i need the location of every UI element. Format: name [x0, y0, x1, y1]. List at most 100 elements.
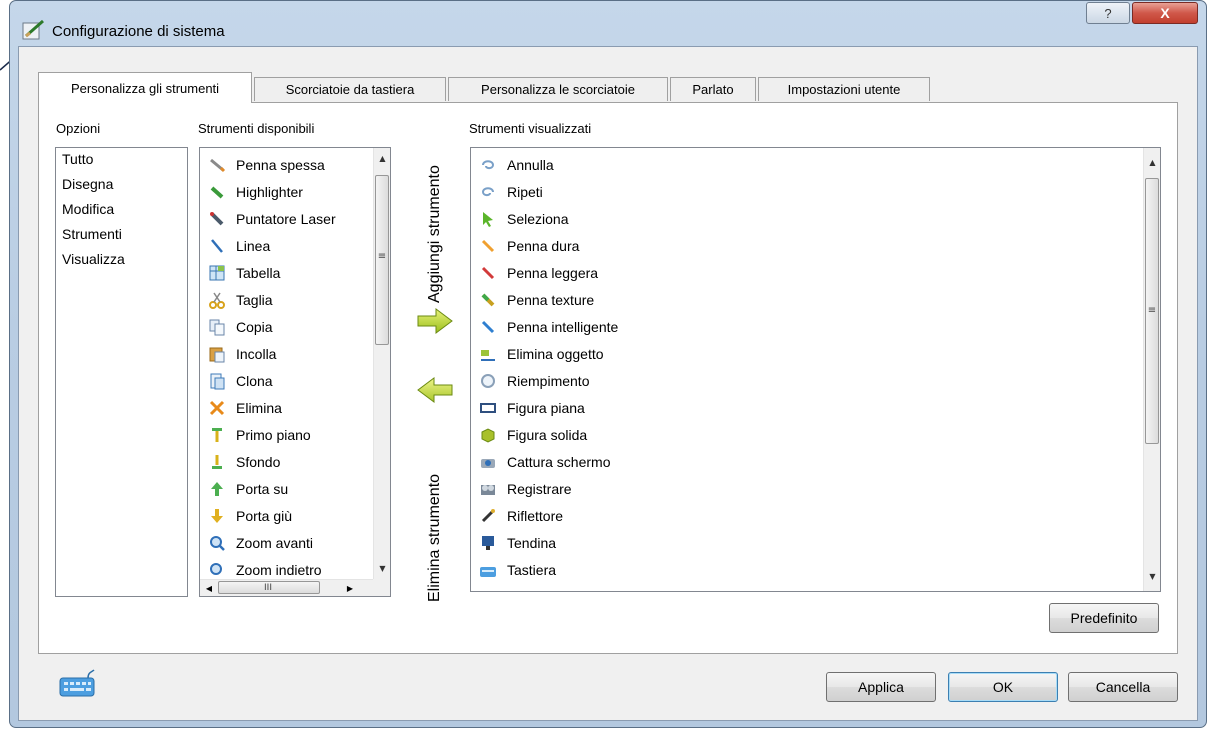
tool-list-item[interactable]: Penna dura — [471, 232, 1143, 259]
tool-list-item[interactable]: Highlighter — [200, 178, 373, 205]
tab-customize-shortcuts[interactable]: Personalizza le scorciatoie — [448, 77, 668, 101]
tool-list-item[interactable]: Linea — [200, 232, 373, 259]
tool-list-item[interactable]: Penna intelligente — [471, 313, 1143, 340]
redo-icon — [479, 183, 497, 201]
tool-label: Riflettore — [507, 507, 564, 524]
cancel-button[interactable]: Cancella — [1068, 672, 1178, 702]
tool-list-item[interactable]: Riempimento — [471, 367, 1143, 394]
add-tool-arrow-icon[interactable] — [416, 307, 454, 335]
video-icon — [479, 588, 497, 592]
option-item[interactable]: Tutto — [56, 151, 187, 176]
tool-list-item[interactable]: Porta giù — [200, 502, 373, 529]
tool-label: Tendina — [507, 534, 557, 551]
tool-list-item[interactable]: Registrare — [471, 475, 1143, 502]
tool-list-item[interactable]: Penna spessa — [200, 151, 373, 178]
add-tool-label: Aggiungi strumento — [426, 165, 443, 303]
scissors-icon — [208, 291, 226, 309]
hscroll-grip-icon: III — [264, 583, 272, 593]
scroll-up-icon[interactable]: ▲ — [374, 150, 390, 167]
tool-list-item[interactable]: Ripeti — [471, 178, 1143, 205]
soft-pen-icon — [479, 264, 497, 282]
line-icon — [208, 237, 226, 255]
tool-list-item[interactable]: Taglia — [200, 286, 373, 313]
tool-label: Sfondo — [236, 453, 281, 470]
tab-customize-tools[interactable]: Personalizza gli strumenti — [38, 72, 252, 103]
tool-label: Penna dura — [507, 237, 580, 254]
undo-icon — [479, 156, 497, 174]
tool-list-item[interactable]: Penna texture — [471, 286, 1143, 313]
tool-label: Registrare — [507, 480, 572, 497]
tool-label: Figura piana — [507, 399, 585, 416]
tool-label: Penna texture — [507, 291, 595, 308]
tool-list-item[interactable]: Elimina oggetto — [471, 340, 1143, 367]
scroll-up-icon[interactable]: ▲ — [1144, 154, 1160, 171]
remove-tool-arrow-icon[interactable] — [416, 376, 454, 404]
tool-list-item[interactable]: Incolla — [200, 340, 373, 367]
ok-button[interactable]: OK — [948, 672, 1058, 702]
cube-icon — [479, 426, 497, 444]
tool-list-item[interactable]: Cattura schermo — [471, 448, 1143, 475]
tool-list-item[interactable]: Figura solida — [471, 421, 1143, 448]
tool-list-item[interactable]: Elimina — [200, 394, 373, 421]
tool-label: Annulla — [507, 156, 554, 173]
tab-speech[interactable]: Parlato — [670, 77, 756, 101]
tool-list-item[interactable]: Porta su — [200, 475, 373, 502]
tool-label: Clona — [236, 372, 273, 389]
tool-list-item[interactable]: Tabella — [200, 259, 373, 286]
tool-list-item[interactable]: Primo piano — [200, 421, 373, 448]
tool-label: Riempimento — [507, 372, 590, 389]
tool-list-item[interactable]: Riflettore — [471, 502, 1143, 529]
scroll-down-icon[interactable]: ▼ — [374, 560, 390, 577]
tool-label: Porta giù — [236, 507, 293, 524]
tool-list-item[interactable]: Tastiera — [471, 556, 1143, 583]
tool-label: Ripeti — [507, 183, 543, 200]
tool-label: Elimina oggetto — [507, 345, 604, 362]
keyboard-icon[interactable] — [58, 668, 98, 698]
send-to-back-icon — [208, 453, 226, 471]
default-button[interactable]: Predefinito — [1049, 603, 1159, 633]
available-tools-list[interactable]: Penna spessa Highlighter Puntatore Laser Li… — [199, 147, 391, 597]
tool-label: Seleziona — [507, 210, 569, 227]
tool-label: Primo piano — [236, 426, 311, 443]
help-button[interactable]: ? — [1086, 2, 1130, 24]
displayed-tools-label: Strumenti visualizzati — [469, 121, 592, 136]
tool-list-item[interactable]: Annulla — [471, 151, 1143, 178]
screen-shade-icon — [479, 534, 497, 552]
tool-list-item[interactable]: Clona — [200, 367, 373, 394]
close-button[interactable]: X — [1132, 2, 1198, 24]
displayed-vscroll[interactable]: ▲ ≡ ▼ — [1143, 148, 1160, 591]
available-hscroll[interactable]: ◀ III ▶ — [200, 579, 373, 596]
scroll-right-icon[interactable]: ▶ — [343, 580, 357, 596]
eraser-icon — [479, 345, 497, 363]
tool-list-item[interactable]: Tendina — [471, 529, 1143, 556]
thick-pen-icon — [208, 156, 226, 174]
tool-label: Zoom indietro — [236, 561, 322, 578]
tool-list-item[interactable]: Penna leggera — [471, 259, 1143, 286]
zoom-in-icon — [208, 534, 226, 552]
tool-list-item[interactable]: Registratore video — [471, 583, 1143, 592]
option-item[interactable]: Modifica — [56, 201, 187, 226]
zoom-out-icon — [208, 561, 226, 579]
tool-list-item[interactable]: Zoom avanti — [200, 529, 373, 556]
tool-list-item[interactable]: Figura piana — [471, 394, 1143, 421]
tool-list-item[interactable]: Puntatore Laser — [200, 205, 373, 232]
tool-list-item[interactable]: Copia — [200, 313, 373, 340]
option-item[interactable]: Strumenti — [56, 226, 187, 251]
option-item[interactable]: Visualizza — [56, 251, 187, 276]
displayed-tools-list[interactable]: Annulla Ripeti Seleziona Penna dura Penna le… — [470, 147, 1161, 592]
paste-icon — [208, 345, 226, 363]
table-icon — [208, 264, 226, 282]
option-item[interactable]: Disegna — [56, 176, 187, 201]
tab-keyboard-shortcuts[interactable]: Scorciatoie da tastiera — [254, 77, 446, 101]
tool-list-item[interactable]: Sfondo — [200, 448, 373, 475]
options-list[interactable]: Tutto Disegna Modifica Strumenti Visualizza — [55, 147, 188, 597]
available-tools-label: Strumenti disponibili — [198, 121, 315, 136]
apply-button[interactable]: Applica — [826, 672, 936, 702]
available-vscroll[interactable]: ▲ ≡ ▼ — [373, 148, 390, 579]
tool-label: Zoom avanti — [236, 534, 314, 551]
tab-user-settings[interactable]: Impostazioni utente — [758, 77, 930, 101]
spotlight-icon — [479, 507, 497, 525]
scroll-left-icon[interactable]: ◀ — [202, 580, 216, 596]
scroll-down-icon[interactable]: ▼ — [1144, 568, 1160, 585]
tool-list-item[interactable]: Seleziona — [471, 205, 1143, 232]
